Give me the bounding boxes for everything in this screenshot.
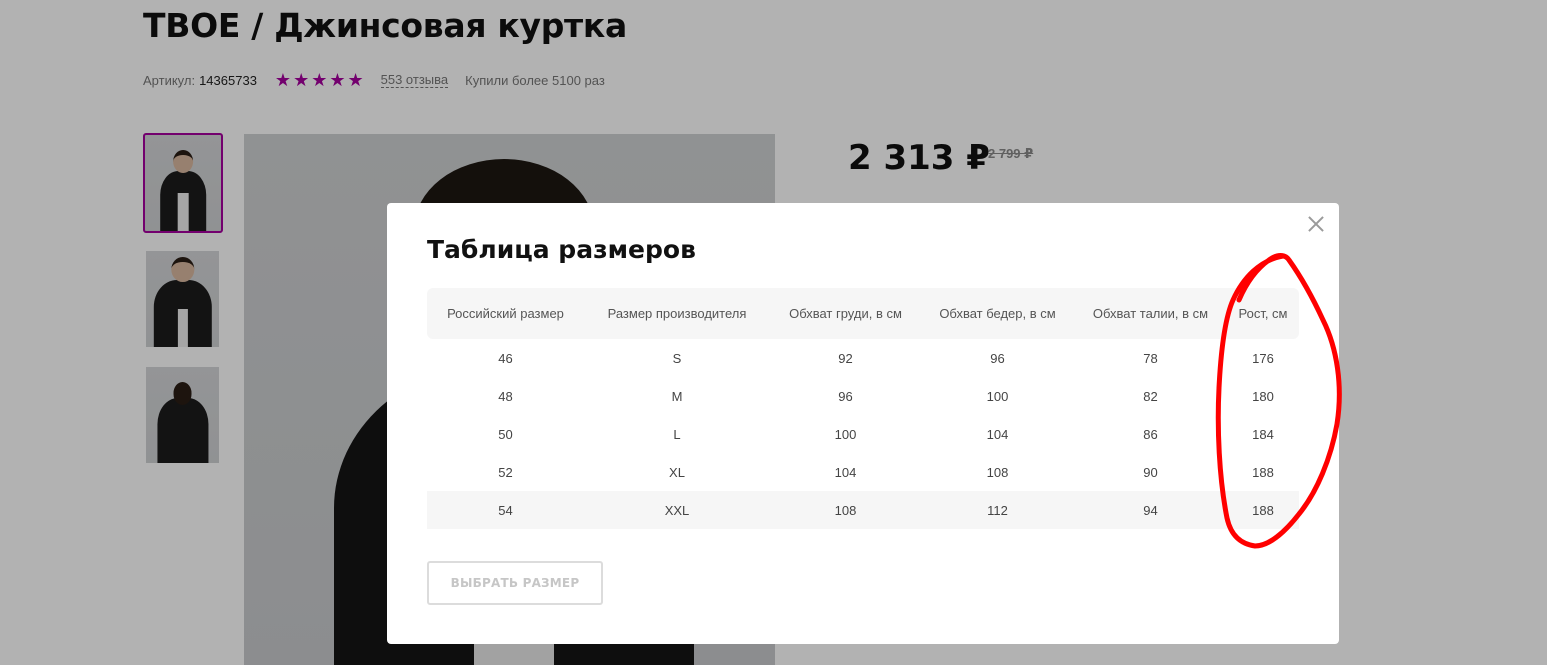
table-cell: 48 — [498, 388, 513, 404]
modal-title: Таблица размеров — [427, 235, 696, 264]
column-header: Обхват бедер, в см — [921, 288, 1074, 339]
table-cell: 82 — [1143, 388, 1158, 404]
table-cell: M — [671, 388, 683, 404]
table-cell: 78 — [1143, 350, 1158, 366]
table-cell: S — [672, 350, 682, 366]
close-icon[interactable] — [1305, 213, 1327, 235]
table-cell: 188 — [1227, 491, 1299, 529]
table-cell: XL — [669, 464, 685, 480]
table-cell: 100 — [986, 388, 1009, 404]
table-cell: 46 — [498, 350, 513, 366]
table-cell: XXL — [584, 491, 770, 529]
table-cell: 54 — [427, 491, 584, 529]
table-row: 50 L 100 104 86 184 — [427, 415, 1299, 453]
table-cell: 104 — [834, 464, 857, 480]
table-cell: 96 — [990, 350, 1005, 366]
table-cell: 184 — [1252, 426, 1274, 442]
table-cell: 180 — [1252, 388, 1274, 404]
table-row: 46 S 92 96 78 176 — [427, 339, 1299, 377]
column-header: Рост, см — [1227, 288, 1299, 339]
column-header: Размер производителя — [584, 288, 770, 339]
table-cell: 96 — [838, 388, 853, 404]
table-cell: 176 — [1252, 350, 1274, 366]
table-row: 48 M 96 100 82 180 — [427, 377, 1299, 415]
table-cell: 52 — [498, 464, 513, 480]
table-cell: 50 — [498, 426, 513, 442]
table-cell: 92 — [838, 350, 853, 366]
table-cell: 108 — [770, 491, 921, 529]
table-cell: 188 — [1252, 464, 1274, 480]
column-header: Российский размер — [427, 288, 584, 339]
table-row: 54 XXL 108 112 94 188 — [427, 491, 1299, 529]
table-row: 52 XL 104 108 90 188 — [427, 453, 1299, 491]
table-cell: 100 — [834, 426, 857, 442]
table-cell: 108 — [986, 464, 1009, 480]
column-header: Обхват груди, в см — [770, 288, 921, 339]
size-table: Российский размер Размер производителя О… — [427, 288, 1299, 529]
size-chart-modal: Таблица размеров Российский размер Разме… — [387, 203, 1339, 644]
table-header-row: Российский размер Размер производителя О… — [427, 288, 1299, 339]
table-cell: 104 — [986, 426, 1009, 442]
table-cell: 94 — [1074, 491, 1227, 529]
table-cell: 112 — [921, 491, 1074, 529]
choose-size-button[interactable]: ВЫБРАТЬ РАЗМЕР — [427, 561, 603, 605]
table-cell: 90 — [1143, 464, 1158, 480]
table-cell: 86 — [1143, 426, 1158, 442]
column-header: Обхват талии, в см — [1074, 288, 1227, 339]
table-cell: L — [673, 426, 681, 442]
